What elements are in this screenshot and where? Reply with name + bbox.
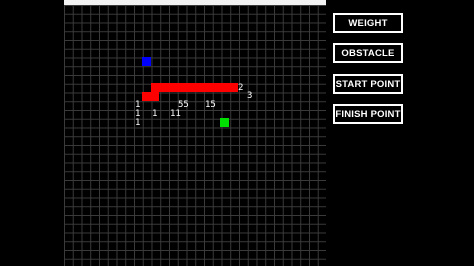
weight-label: 1 xyxy=(152,109,158,119)
weight-label: 11 xyxy=(170,109,181,119)
obstacle-button[interactable]: OBSTACLE xyxy=(333,43,403,63)
weight-label: 1 xyxy=(135,118,141,128)
finish-point-button[interactable]: FINISH POINT xyxy=(333,104,403,124)
weight-label: 3 xyxy=(247,91,253,101)
weight-label: 15 xyxy=(205,100,216,110)
start-point-cell[interactable] xyxy=(142,57,151,66)
control-panel xyxy=(326,0,474,266)
obstacle-cells-row1[interactable] xyxy=(151,83,238,92)
obstacle-cells-row2[interactable] xyxy=(142,92,159,101)
start-point-button[interactable]: START POINT xyxy=(333,74,403,94)
pathfinding-grid[interactable]: 2 3 1 55 15 1 1 11 1 xyxy=(64,5,326,266)
weight-label: 2 xyxy=(238,83,244,93)
weight-button[interactable]: WEIGHT xyxy=(333,13,403,33)
finish-point-cell[interactable] xyxy=(220,118,229,127)
left-margin xyxy=(0,0,64,266)
